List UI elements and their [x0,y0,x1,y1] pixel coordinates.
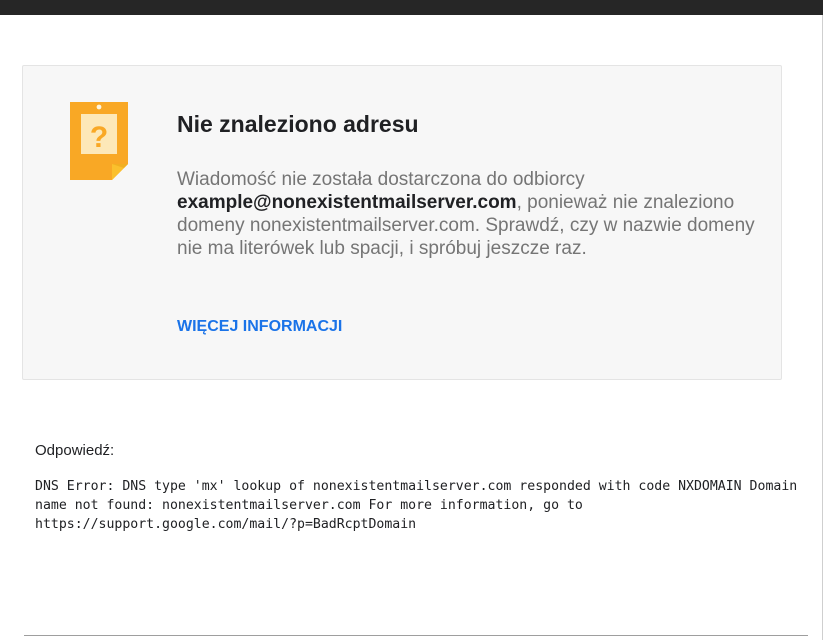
message-prefix: Wiadomość nie została dostarczona do odb… [177,169,585,190]
more-info-link[interactable]: WIĘCEJ INFORMACJI [177,318,342,336]
error-message: Wiadomość nie została dostarczona do odb… [177,168,762,260]
server-reply-text: DNS Error: DNS type 'mx' lookup of nonex… [35,479,806,532]
warning-note-icon: ? [70,102,128,180]
error-title: Nie znaleziono adresu [177,111,419,137]
top-bar [0,0,823,15]
bounce-notice-card: ? Nie znaleziono adresu Wiadomość nie zo… [22,65,782,380]
recipient-address: example@nonexistentmailserver.com [177,192,517,213]
divider [24,635,808,636]
reply-label: Odpowiedź: [35,442,115,459]
svg-text:?: ? [90,121,108,154]
